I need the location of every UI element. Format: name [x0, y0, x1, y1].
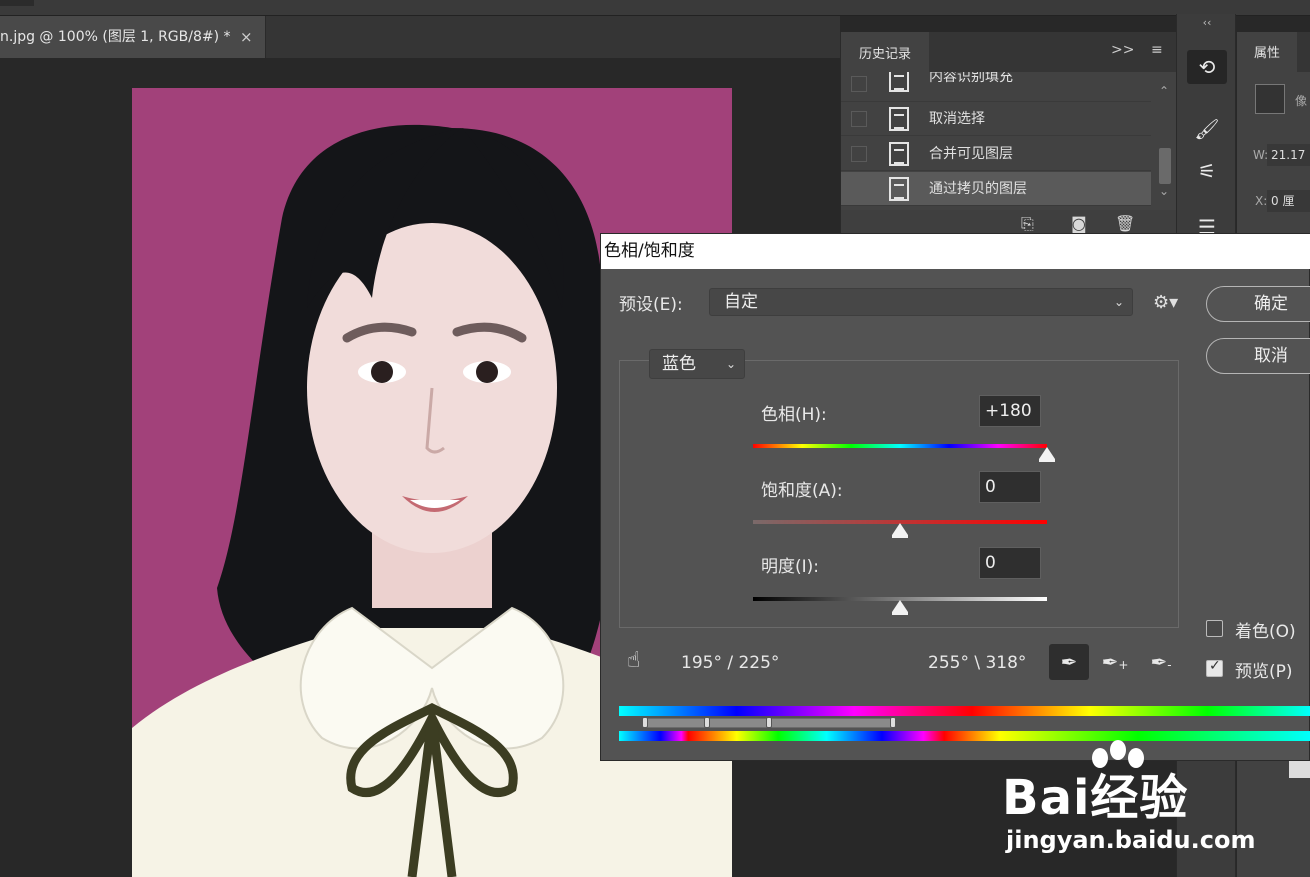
- range-handle[interactable]: [890, 717, 896, 728]
- gear-icon[interactable]: ⚙▾: [1153, 292, 1178, 313]
- history-item-label: 内容识别填充: [929, 72, 1013, 85]
- lightness-slider-handle[interactable]: [892, 600, 908, 615]
- preset-value: 自定: [724, 292, 758, 312]
- history-state-icon: [889, 72, 909, 92]
- hand-adjust-icon[interactable]: ☝: [627, 648, 640, 673]
- hue-label: 色相(H):: [761, 405, 827, 425]
- chevron-down-icon: ⌄: [1113, 295, 1124, 309]
- history-item-checkbox[interactable]: [851, 146, 867, 162]
- history-panel: 历史记录 >> ≡ 内容识别填充 取消选择 合并可见图层 通过拷贝的图层 ⌃ ⌄…: [840, 32, 1177, 238]
- tab-strip: [266, 16, 840, 58]
- saturation-input[interactable]: 0: [979, 471, 1041, 503]
- scroll-down-icon[interactable]: ⌄: [1159, 184, 1169, 198]
- range-right-values: 255° \ 318°: [928, 653, 1027, 673]
- trash-icon[interactable]: 🗑: [1115, 214, 1135, 233]
- colorize-label: 着色(O): [1235, 622, 1296, 642]
- input-color-spectrum: [619, 706, 1310, 716]
- document-tab-title: n.jpg @ 100% (图层 1, RGB/8#) *: [0, 29, 231, 45]
- history-item-label: 合并可见图层: [929, 146, 1013, 162]
- width-label: W:: [1253, 148, 1269, 162]
- preview-checkbox[interactable]: [1206, 658, 1223, 677]
- properties-tab-bar: [1297, 32, 1310, 72]
- adjustment-group: [619, 360, 1179, 628]
- hue-saturation-dialog: 色相/饱和度 预设(E): 自定 ⌄ ⚙▾ 确定 取消 蓝色 ⌄ 色相(H): …: [600, 233, 1310, 761]
- history-item[interactable]: 取消选择: [841, 102, 1151, 136]
- chevron-down-icon: ⌄: [725, 357, 736, 371]
- history-item-selected[interactable]: 通过拷贝的图层: [841, 172, 1151, 206]
- saturation-slider-handle[interactable]: [892, 523, 908, 538]
- brush-settings-icon[interactable]: ⚟: [1187, 154, 1227, 188]
- history-item[interactable]: 合并可见图层: [841, 137, 1151, 171]
- x-field[interactable]: 0 厘: [1267, 190, 1310, 212]
- history-item[interactable]: 内容识别填充: [841, 72, 1151, 102]
- channel-select[interactable]: 蓝色 ⌄: [649, 349, 745, 379]
- pixel-layer-label: 像: [1295, 94, 1308, 108]
- range-handle[interactable]: [704, 717, 710, 728]
- expand-panels-icon[interactable]: >>: [1111, 42, 1134, 58]
- history-panel-icon[interactable]: ⟲: [1187, 50, 1227, 84]
- width-field[interactable]: 21.17: [1267, 144, 1310, 166]
- watermark-brand: Bai经验: [1002, 770, 1189, 826]
- collapse-icon[interactable]: ‹‹: [1177, 16, 1237, 29]
- preset-select[interactable]: 自定 ⌄: [709, 288, 1133, 316]
- history-state-icon: [889, 142, 909, 166]
- history-item-checkbox[interactable]: [851, 111, 867, 127]
- history-item-label: 通过拷贝的图层: [929, 181, 1027, 197]
- eyedropper-icon[interactable]: ✒: [1049, 644, 1089, 680]
- eyedropper-add-icon[interactable]: ✒+: [1095, 644, 1135, 680]
- hue-input[interactable]: +180: [979, 395, 1041, 427]
- new-document-icon[interactable]: ⎘: [1021, 214, 1034, 234]
- top-strip-nub: [0, 0, 34, 6]
- top-strip: [0, 0, 1310, 16]
- brush-icon[interactable]: 🖌: [1187, 112, 1227, 146]
- baidu-jingyan-watermark: Bai经验 jingyan.baidu.com: [1002, 740, 1302, 870]
- channel-value: 蓝色: [662, 354, 696, 374]
- x-label: X:: [1255, 194, 1268, 208]
- history-state-icon: [889, 107, 909, 131]
- range-handle[interactable]: [766, 717, 772, 728]
- history-state-icon: [889, 177, 909, 201]
- history-item-checkbox[interactable]: [851, 181, 867, 197]
- history-tab-bar: 历史记录 >> ≡: [841, 32, 1177, 72]
- saturation-label: 饱和度(A):: [761, 481, 843, 501]
- scroll-up-icon[interactable]: ⌃: [1159, 84, 1169, 98]
- watermark-url: jingyan.baidu.com: [1006, 826, 1256, 854]
- lightness-label: 明度(I):: [761, 557, 820, 577]
- tab-history[interactable]: 历史记录: [841, 32, 929, 72]
- history-item-checkbox[interactable]: [851, 76, 867, 92]
- close-tab-icon[interactable]: ×: [240, 16, 253, 58]
- pixel-layer-icon: [1255, 84, 1285, 114]
- document-tab[interactable]: n.jpg @ 100% (图层 1, RGB/8#) * ×: [0, 16, 266, 58]
- history-scrollbar[interactable]: ⌃ ⌄: [1151, 84, 1177, 204]
- panel-menu-icon[interactable]: ≡: [1151, 42, 1163, 58]
- eyedropper-subtract-icon[interactable]: ✒-: [1141, 644, 1181, 680]
- hue-slider-track[interactable]: [753, 444, 1047, 448]
- colorize-checkbox[interactable]: [1206, 620, 1223, 637]
- hue-slider-handle[interactable]: [1039, 447, 1055, 462]
- tab-properties[interactable]: 属性: [1237, 32, 1297, 72]
- preset-label: 预设(E):: [619, 295, 683, 315]
- preview-label: 预览(P): [1235, 662, 1293, 682]
- lightness-input[interactable]: 0: [979, 547, 1041, 579]
- dialog-title: 色相/饱和度: [601, 234, 1310, 269]
- range-handle[interactable]: [642, 717, 648, 728]
- cancel-button[interactable]: 取消: [1206, 338, 1310, 374]
- scroll-thumb[interactable]: [1159, 148, 1171, 184]
- range-left-values: 195° / 225°: [681, 653, 780, 673]
- ok-button[interactable]: 确定: [1206, 286, 1310, 322]
- camera-icon[interactable]: ◙: [1071, 214, 1087, 233]
- history-item-label: 取消选择: [929, 111, 985, 127]
